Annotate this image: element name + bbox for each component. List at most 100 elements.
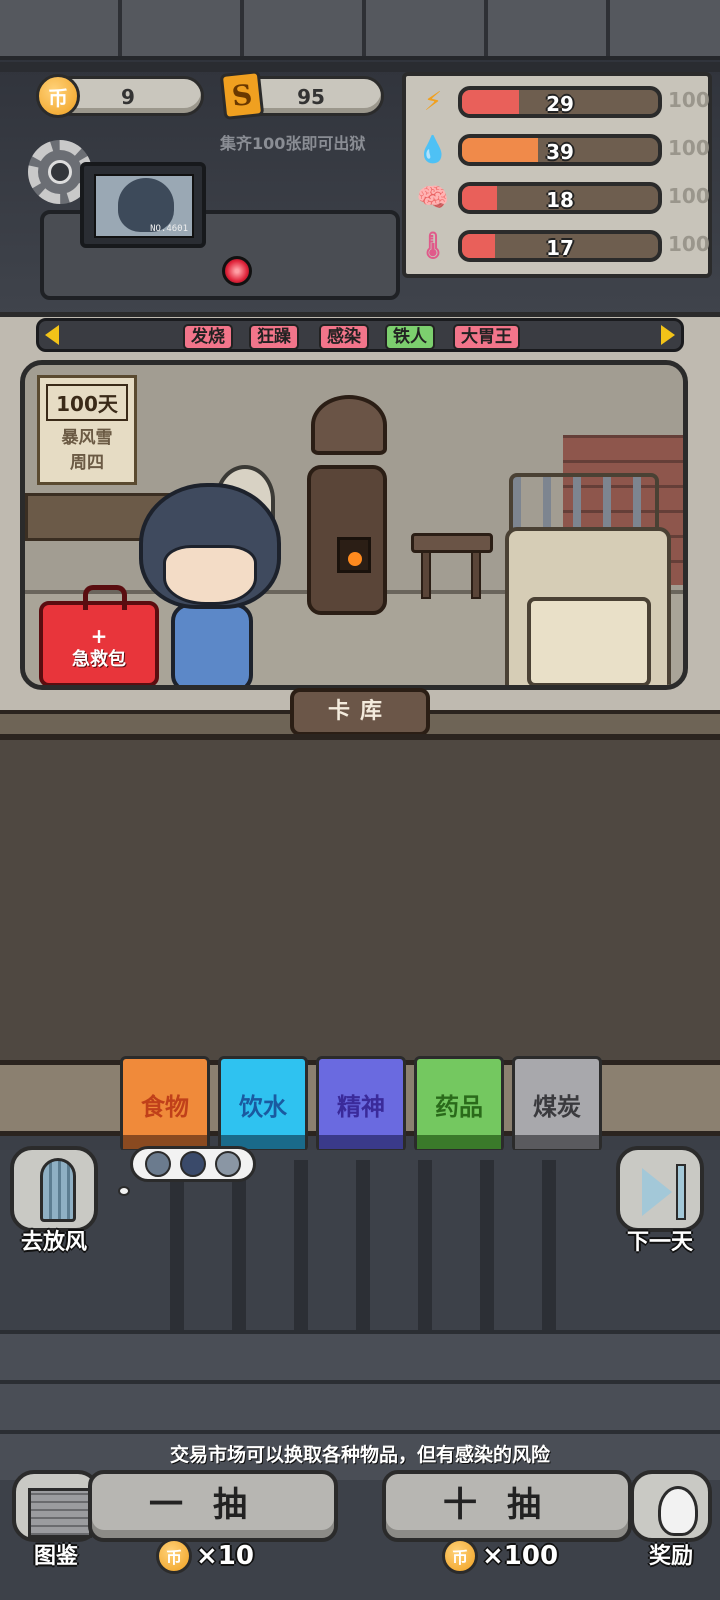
monitor-screen: NO.4601 [94, 174, 194, 238]
catalog-label: 图鉴 [33, 1544, 78, 1569]
stove-fire-icon [337, 537, 371, 573]
stat-value: 17 [546, 236, 574, 260]
go-out-icon-frame [10, 1146, 98, 1232]
resource-button-base [515, 1135, 599, 1149]
stool-leg [421, 551, 431, 599]
status-tag[interactable]: 铁人 [385, 324, 435, 350]
draw-one-cost: 币 ×10 [156, 1536, 254, 1576]
stat-bar: 17 [458, 230, 662, 262]
stats-panel: ⚡ 29 100 💧 39 100 🧠 18 100 🌡 17 100 [402, 72, 712, 278]
tags-next-arrow-icon[interactable] [661, 325, 675, 345]
visitor-face-icon [145, 1151, 172, 1177]
prisoner-number: NO.4601 [150, 224, 188, 234]
resource-label: 精神 [337, 1092, 385, 1121]
stat-row: ⚡ 29 100 [414, 82, 710, 122]
tags-prev-arrow-icon[interactable] [45, 325, 59, 345]
coin-icon: 币 [442, 1538, 478, 1574]
resource-button[interactable]: 煤炭 [512, 1056, 602, 1152]
mouse-icon [658, 1486, 698, 1536]
status-tags-bar: 发烧 狂躁 感染 铁人 大胃王 [36, 318, 684, 352]
go-out-label: 去放风 [20, 1230, 87, 1255]
resource-button[interactable]: 饮水 [218, 1056, 308, 1152]
trade-market-hint: 交易市场可以换取各种物品，但有感染的风险 [169, 1444, 550, 1466]
resource-label: 食物 [141, 1092, 189, 1121]
calendar-weekday: 周四 [70, 453, 104, 473]
status-tag[interactable]: 狂躁 [249, 324, 299, 350]
draw-ten-cost-value: ×100 [482, 1541, 559, 1571]
prison-cell-scene: 100天 暴风雪 周四 + 急救包 [20, 360, 688, 690]
guard-face-icon [179, 1151, 206, 1177]
camera-red-eye-icon [222, 256, 252, 286]
play-icon [642, 1168, 672, 1216]
reward-icon-frame [630, 1470, 712, 1542]
resource-label: 药品 [435, 1092, 483, 1121]
status-tag[interactable]: 感染 [319, 324, 369, 350]
stat-value: 18 [546, 188, 574, 212]
resource-button[interactable]: 药品 [414, 1056, 504, 1152]
stat-value: 39 [546, 140, 574, 164]
stove-lid [311, 395, 387, 455]
medkit-plus-icon: + [90, 624, 108, 648]
medkit-label: 急救包 [72, 649, 126, 670]
reward-button[interactable]: 奖励 [626, 1470, 716, 1570]
prisoner-face [163, 545, 257, 605]
draw-ten-cost: 币 ×100 [442, 1536, 558, 1576]
escape-hint: 集齐100张即可出狱 [220, 134, 366, 153]
folded-blanket [527, 597, 651, 685]
stat-row: 🌡 17 100 [414, 226, 710, 266]
thought-bubble-dot [118, 1186, 130, 1196]
inmate-face-icon [214, 1151, 241, 1177]
ceiling-pipe [0, 62, 720, 72]
resource-button-base [417, 1135, 501, 1149]
resource-label: 煤炭 [533, 1092, 581, 1121]
ceiling-boards [0, 0, 720, 60]
calendar-days: 100天 [46, 384, 128, 421]
stool-leg [471, 551, 481, 599]
first-aid-kit-button[interactable]: + 急救包 [39, 585, 159, 685]
thermometer-icon: 🌡 [416, 231, 450, 261]
water-drop-icon: 💧 [416, 135, 450, 165]
reward-label: 奖励 [648, 1544, 693, 1569]
status-tag[interactable]: 大胃王 [453, 324, 520, 350]
catalog-icon-frame [12, 1470, 100, 1542]
visitors-thought-bubble[interactable] [130, 1146, 256, 1182]
next-day-icon-frame [616, 1146, 704, 1232]
cell-bars [170, 1160, 590, 1350]
resource-button[interactable]: 食物 [120, 1056, 210, 1152]
stat-max: 100 [668, 88, 710, 112]
prisoner-monitor: NO.4601 [80, 162, 206, 248]
coin-icon: 币 [156, 1538, 192, 1574]
stat-max: 100 [668, 184, 710, 208]
next-day-label: 下一天 [626, 1230, 693, 1255]
resource-label: 饮水 [239, 1092, 287, 1121]
card-library-button[interactable]: 卡库 [290, 688, 430, 736]
prisoner-uniform [171, 603, 253, 685]
stat-bar: 29 [458, 86, 662, 118]
door-icon [40, 1158, 76, 1222]
stat-row: 💧 39 100 [414, 130, 710, 170]
skip-bar-icon [676, 1164, 686, 1220]
resource-button[interactable]: 精神 [316, 1056, 406, 1152]
card-table [0, 734, 720, 1064]
stool [411, 533, 493, 553]
calendar-sign[interactable]: 100天 暴风雪 周四 [37, 375, 137, 485]
bed-headboard [509, 473, 659, 533]
stat-value: 29 [546, 92, 574, 116]
go-out-button[interactable]: 去放风 [4, 1146, 104, 1256]
draw-one-cost-value: ×10 [196, 1541, 254, 1571]
resource-button-base [319, 1135, 403, 1149]
draw-ten-button[interactable]: 十抽 [382, 1470, 632, 1542]
book-icon [28, 1488, 92, 1538]
stat-max: 100 [668, 232, 710, 256]
stat-row: 🧠 18 100 [414, 178, 710, 218]
scrip-icon: S [219, 70, 265, 120]
calendar-weather: 暴风雪 [61, 428, 113, 448]
stat-bar: 18 [458, 182, 662, 214]
next-day-button[interactable]: 下一天 [610, 1146, 710, 1256]
lightning-icon: ⚡ [423, 87, 443, 117]
status-tag[interactable]: 发烧 [183, 324, 233, 350]
brain-icon: 🧠 [416, 183, 450, 213]
coin-icon: 币 [36, 74, 80, 118]
stat-bar: 39 [458, 134, 662, 166]
draw-one-button[interactable]: 一抽 [88, 1470, 338, 1542]
